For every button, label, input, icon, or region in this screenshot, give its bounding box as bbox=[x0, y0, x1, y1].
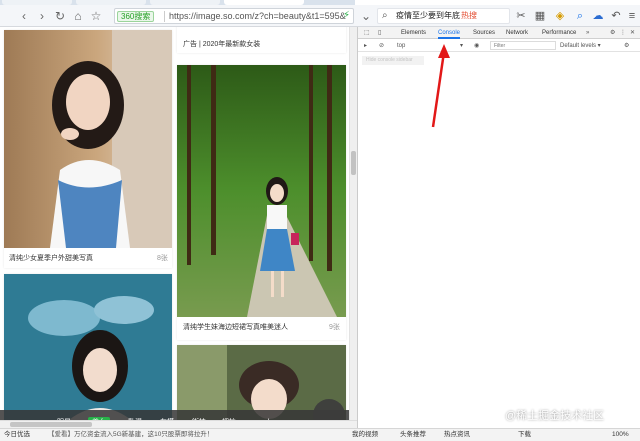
console-settings-icon[interactable]: ⚙ bbox=[624, 40, 629, 52]
hot-news[interactable]: 热点资讯 bbox=[444, 429, 470, 441]
status-bar: 今日优选 【爱看】万亿资金流入5G新基建，这10只股票即将拉升！ 我的视频 头条… bbox=[0, 428, 640, 441]
undo-icon[interactable]: ↶ bbox=[608, 8, 624, 24]
tab-console[interactable]: Console bbox=[438, 27, 461, 39]
search-icon: ⌕ bbox=[382, 10, 388, 21]
home-icon[interactable]: ⌂ bbox=[70, 8, 86, 24]
screen: ‹ › ↻ ⌂ ☆ 360搜索 https://image.so.com/z?c… bbox=[0, 0, 640, 441]
console-toolbar: ▸ ⊘ top ▾ ◉ Default levels ▾ ⚙ bbox=[358, 40, 640, 52]
scissors-icon[interactable]: ✂ bbox=[513, 8, 529, 24]
address-bar[interactable]: 360搜索 https://image.so.com/z?ch=beauty&t… bbox=[114, 8, 354, 24]
ad-caption[interactable]: 广告 | 2020年最新款女装 bbox=[183, 39, 260, 49]
card-photo[interactable] bbox=[4, 30, 172, 248]
download-status[interactable]: 下载 bbox=[518, 429, 531, 441]
devtools-panel: ⬚ ▯ Elements Console Sources Network Per… bbox=[357, 27, 640, 428]
more-options-icon[interactable]: ⋮ bbox=[620, 27, 626, 39]
scrollbar-thumb[interactable] bbox=[10, 422, 92, 427]
shield-icon[interactable]: ◈ bbox=[552, 8, 568, 24]
news-ticker[interactable]: 【爱看】万亿资金流入5G新基建，这10只股票即将拉升！ bbox=[48, 429, 213, 441]
search-engine-badge: 360搜索 bbox=[117, 11, 155, 22]
image-card[interactable]: 清纯学生妹海边短裙写真唯美迷人 9张 bbox=[177, 65, 346, 340]
reload-icon[interactable]: ↻ bbox=[52, 8, 68, 24]
hot-search-label[interactable]: 热搜 bbox=[461, 10, 477, 22]
more-tabs-icon[interactable]: » bbox=[586, 27, 589, 39]
card-caption[interactable]: 清纯少女夏季户外甜美写真 bbox=[9, 253, 93, 263]
watermark: @稀土掘金技术社区 bbox=[505, 410, 605, 422]
dropdown-chevron-icon[interactable]: ⌄ bbox=[358, 8, 374, 24]
find-icon[interactable]: ⌕ bbox=[572, 8, 588, 24]
image-card[interactable]: 清纯少女夏季户外甜美写真 8张 bbox=[4, 30, 172, 268]
headline-recommend[interactable]: 头条推荐 bbox=[400, 429, 426, 441]
sidebar-toggle-icon[interactable]: ▸ bbox=[364, 40, 367, 52]
back-icon[interactable]: ‹ bbox=[16, 8, 32, 24]
favorite-star-icon[interactable]: ☆ bbox=[88, 8, 104, 24]
top-search-box[interactable]: ⌕ 疫情至少要到年底 热搜 bbox=[377, 8, 510, 24]
devtools-tab-bar: ⬚ ▯ Elements Console Sources Network Per… bbox=[358, 27, 640, 39]
page-vertical-scrollbar[interactable] bbox=[349, 27, 357, 428]
menu-icon[interactable]: ≡ bbox=[624, 8, 640, 24]
grid-icon[interactable]: ▦ bbox=[532, 8, 548, 24]
context-selector[interactable]: top bbox=[397, 40, 405, 52]
search-query: 疫情至少要到年底 bbox=[396, 11, 460, 20]
console-filter-input[interactable] bbox=[490, 41, 556, 50]
settings-icon[interactable]: ⚙ bbox=[610, 27, 615, 39]
photo-count: 9张 bbox=[329, 324, 340, 331]
tab-elements[interactable]: Elements bbox=[401, 27, 426, 39]
ad-card[interactable]: 广告 | 2020年最新款女装 bbox=[177, 27, 346, 53]
zoom-level[interactable]: 100% bbox=[612, 429, 629, 441]
image-card[interactable] bbox=[4, 274, 172, 424]
page-horizontal-scrollbar[interactable] bbox=[0, 420, 357, 428]
device-toggle-icon[interactable]: ▯ bbox=[378, 27, 381, 39]
close-icon[interactable]: ✕ bbox=[630, 27, 635, 39]
card-photo[interactable] bbox=[177, 65, 346, 317]
tab-sources[interactable]: Sources bbox=[473, 27, 495, 39]
forward-icon[interactable]: › bbox=[34, 8, 50, 24]
tab-network[interactable]: Network bbox=[506, 27, 528, 39]
tab-performance[interactable]: Performance bbox=[542, 27, 576, 39]
my-videos[interactable]: 我的视频 bbox=[352, 429, 378, 441]
image-gallery: 清纯少女夏季户外甜美写真 8张 广告 | 2020年最新款女装 清纯学生妹海边短… bbox=[0, 27, 349, 428]
context-dropdown-icon[interactable]: ▾ bbox=[460, 40, 463, 52]
cloud-icon[interactable]: ☁ bbox=[590, 8, 606, 24]
console-tooltip: Hide console sidebar bbox=[362, 56, 424, 65]
clear-console-icon[interactable]: ⊘ bbox=[379, 40, 384, 52]
inspect-icon[interactable]: ⬚ bbox=[364, 27, 370, 39]
live-expression-eye-icon[interactable]: ◉ bbox=[474, 40, 479, 52]
daily-picks[interactable]: 今日优选 bbox=[4, 429, 30, 441]
lightning-icon[interactable]: ⚡ bbox=[343, 9, 350, 23]
address-divider bbox=[164, 11, 165, 22]
browser-toolbar: ‹ › ↻ ⌂ ☆ 360搜索 https://image.so.com/z?c… bbox=[0, 5, 640, 27]
log-levels-dropdown[interactable]: Default levels ▾ bbox=[560, 40, 601, 52]
card-caption[interactable]: 清纯学生妹海边短裙写真唯美迷人 bbox=[183, 322, 288, 332]
scrollbar-thumb[interactable] bbox=[351, 151, 356, 175]
card-photo[interactable] bbox=[4, 274, 172, 424]
photo-count: 8张 bbox=[157, 255, 168, 262]
url-text[interactable]: https://image.so.com/z?ch=beauty&t1=595& bbox=[169, 9, 346, 23]
